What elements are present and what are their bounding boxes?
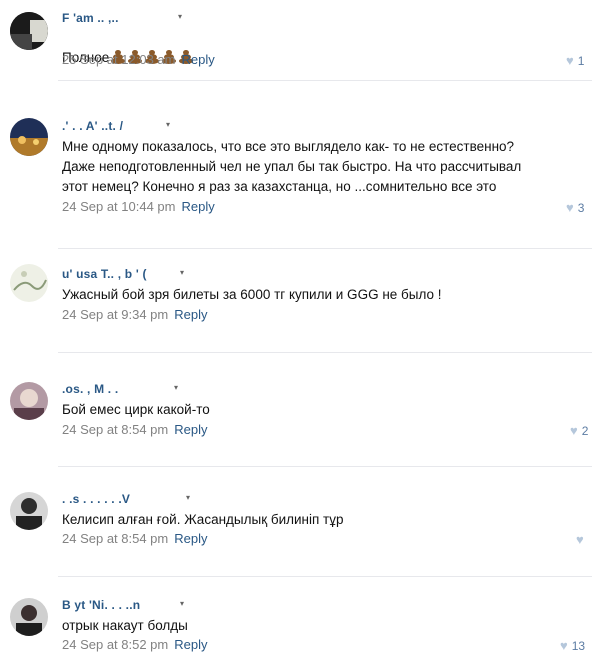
- reply-button[interactable]: Reply: [174, 307, 207, 322]
- comment-meta: 24 Sep at 8:54 pm Reply: [62, 531, 208, 546]
- avatar[interactable]: [10, 264, 48, 302]
- avatar[interactable]: [10, 118, 48, 156]
- comment-divider: [58, 248, 592, 249]
- comment-item: B yt 'Ni. . . ..n ▾ отрык накаут болды 2…: [0, 592, 600, 654]
- comment-date[interactable]: 25 Sep at 12:03 am: [62, 52, 175, 67]
- comment-item: .' . . A' ..t. / ▾ Мне одному показалось…: [0, 110, 600, 230]
- comment-item: u' usa T.. , b ' ( ▾ Ужасный бой зря бил…: [0, 260, 600, 350]
- comment-meta: 24 Sep at 8:54 pm Reply: [62, 422, 208, 437]
- avatar-image: [10, 118, 48, 156]
- like-count: 1: [577, 53, 585, 68]
- comment-text: отрык накаут болды: [62, 618, 188, 633]
- comment-author[interactable]: .os. , M . .: [62, 382, 118, 396]
- reply-button[interactable]: Reply: [174, 422, 207, 437]
- heart-icon: ♥: [566, 53, 574, 68]
- like-count: 2: [581, 423, 589, 438]
- avatar-image: [10, 492, 48, 530]
- chevron-down-icon[interactable]: ▾: [178, 12, 182, 21]
- comment-item: .os. , M . . ▾ Бой емес цирк какой-то 24…: [0, 376, 600, 466]
- heart-icon: ♥: [576, 532, 584, 547]
- comment-divider: [58, 576, 592, 577]
- comment-meta: 24 Sep at 9:34 pm Reply: [62, 307, 208, 322]
- comment-meta: 24 Sep at 10:44 pm Reply: [62, 199, 215, 214]
- like-button[interactable]: ♥ 2: [570, 423, 588, 438]
- like-button[interactable]: ♥ 1: [566, 53, 584, 68]
- comment-meta: 25 Sep at 12:03 am Reply: [62, 52, 215, 67]
- comment-date[interactable]: 24 Sep at 10:44 pm: [62, 199, 175, 214]
- comment-date[interactable]: 24 Sep at 8:54 pm: [62, 422, 168, 437]
- reply-button[interactable]: Reply: [174, 637, 207, 652]
- chevron-down-icon[interactable]: ▾: [186, 493, 190, 502]
- comment-author[interactable]: u' usa T.. , b ' (: [62, 267, 147, 281]
- comment-author[interactable]: F 'am .. ,..: [62, 11, 119, 25]
- heart-icon: ♥: [570, 423, 578, 438]
- chevron-down-icon[interactable]: ▾: [180, 599, 184, 608]
- avatar-image: [10, 12, 48, 50]
- like-button[interactable]: ♥ 3: [566, 200, 584, 215]
- comment-author[interactable]: .' . . A' ..t. /: [62, 119, 123, 133]
- heart-icon: ♥: [566, 200, 574, 215]
- comment-divider: [58, 352, 592, 353]
- comment-date[interactable]: 24 Sep at 9:34 pm: [62, 307, 168, 322]
- comment-item: . .s . . . . . .V ▾ Келисип алған ғой. Ж…: [0, 486, 600, 576]
- chevron-down-icon[interactable]: ▾: [180, 268, 184, 277]
- comment-divider: [58, 466, 592, 467]
- avatar[interactable]: [10, 382, 48, 420]
- like-button[interactable]: ♥: [576, 532, 584, 547]
- comment-author[interactable]: B yt 'Ni. . . ..n: [62, 598, 140, 612]
- chevron-down-icon[interactable]: ▾: [166, 120, 170, 129]
- comment-date[interactable]: 24 Sep at 8:52 pm: [62, 637, 168, 652]
- comment-text: Мне одному показалось, что все это выгля…: [62, 139, 522, 194]
- heart-icon: ♥: [560, 638, 568, 653]
- comment-date[interactable]: 24 Sep at 8:54 pm: [62, 531, 168, 546]
- comment-divider: [58, 80, 592, 81]
- like-count: 3: [577, 200, 585, 215]
- like-count: 13: [571, 638, 586, 653]
- chevron-down-icon[interactable]: ▾: [174, 383, 178, 392]
- reply-button[interactable]: Reply: [181, 52, 214, 67]
- like-button[interactable]: ♥ 13: [560, 638, 585, 653]
- reply-button[interactable]: Reply: [174, 531, 207, 546]
- comment-item: F 'am .. ,.. ▾ Полное 25 Sep at 12:03 am…: [0, 0, 600, 80]
- comment-text: Ужасный бой зря билеты за 6000 тг купили…: [62, 287, 442, 302]
- avatar[interactable]: [10, 492, 48, 530]
- comment-text: Бой емес цирк какой-то: [62, 402, 210, 417]
- avatar[interactable]: [10, 12, 48, 50]
- avatar[interactable]: [10, 598, 48, 636]
- avatar-image: [10, 598, 48, 636]
- avatar-image: [10, 264, 48, 302]
- comment-author[interactable]: . .s . . . . . .V: [62, 492, 130, 506]
- comment-meta: 24 Sep at 8:52 pm Reply: [62, 637, 208, 652]
- reply-button[interactable]: Reply: [181, 199, 214, 214]
- comment-text: Келисип алған ғой. Жасандылық билиніп тұ…: [62, 512, 344, 527]
- avatar-image: [10, 382, 48, 420]
